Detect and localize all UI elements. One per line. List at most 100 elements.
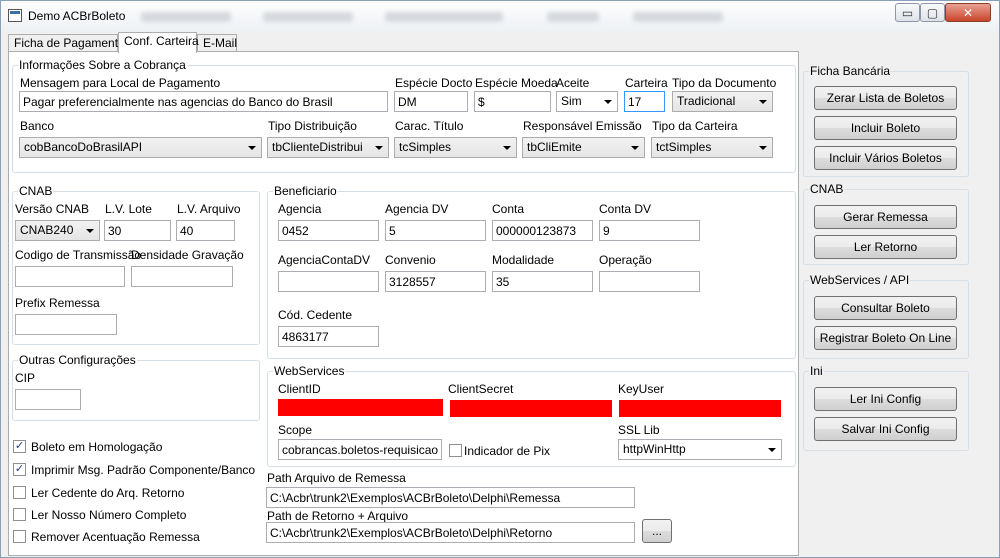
- lv-lote-input[interactable]: [104, 220, 171, 241]
- chevron-down-icon: [759, 100, 767, 104]
- ler-nosso-numero-checkbox[interactable]: [13, 508, 26, 521]
- tipo-documento-value: Tradicional: [677, 94, 736, 108]
- key-user-redacted-input[interactable]: [619, 400, 781, 417]
- ficha-bancaria-title: Ficha Bancária: [809, 64, 892, 78]
- cip-input[interactable]: [15, 389, 81, 410]
- agencia-dv-label: Agencia DV: [385, 202, 449, 216]
- conta-input[interactable]: [492, 220, 593, 241]
- operacao-input[interactable]: [599, 271, 700, 292]
- responsavel-emissao-value: tbCliEmite: [527, 140, 582, 154]
- ler-cedente-label[interactable]: Ler Cedente do Arq. Retorno: [31, 486, 184, 500]
- maximize-button[interactable]: ▢: [920, 3, 945, 22]
- scope-label: Scope: [278, 423, 313, 437]
- path-remessa-input[interactable]: [266, 487, 635, 508]
- ficha-bancaria-group: Ficha Bancária Zerar Lista de Boletos In…: [803, 64, 969, 177]
- tab-ficha-de-pagamento[interactable]: Ficha de Pagamento: [8, 34, 125, 52]
- cobranca-group: Informações Sobre a Cobrança Mensagem pa…: [12, 58, 796, 173]
- ssl-lib-value: httpWinHttp: [623, 442, 686, 456]
- minimize-button[interactable]: ▭: [895, 3, 920, 22]
- ssl-lib-select[interactable]: httpWinHttp: [618, 439, 782, 460]
- browse-retorno-button[interactable]: ...: [642, 519, 672, 543]
- convenio-input[interactable]: [385, 271, 486, 292]
- gerar-remessa-button[interactable]: Gerar Remessa: [814, 205, 957, 229]
- ini-group: Ini Ler Ini Config Salvar Ini Config: [803, 364, 969, 451]
- zerar-lista-boletos-button[interactable]: Zerar Lista de Boletos: [814, 86, 957, 110]
- path-remessa-label: Path Arquivo de Remessa: [267, 471, 406, 485]
- boleto-homologacao-label[interactable]: Boleto em Homologação: [31, 440, 162, 454]
- client-id-label: ClientID: [278, 382, 321, 396]
- indicador-pix-label[interactable]: Indicador de Pix: [464, 444, 550, 458]
- beneficiario-group-title: Beneficiario: [273, 184, 338, 198]
- agencia-dv-input[interactable]: [385, 220, 486, 241]
- ler-retorno-button[interactable]: Ler Retorno: [814, 235, 957, 259]
- banco-label: Banco: [20, 119, 55, 133]
- prefix-remessa-input[interactable]: [15, 314, 117, 335]
- agencia-conta-dv-input[interactable]: [278, 271, 379, 292]
- ler-nosso-numero-label[interactable]: Ler Nosso Número Completo: [31, 508, 186, 522]
- imprimir-msg-label[interactable]: Imprimir Msg. Padrão Componente/Banco: [31, 463, 255, 477]
- carac-titulo-label: Carac. Título: [395, 119, 464, 133]
- chevron-down-icon: [86, 229, 94, 233]
- remover-acentuacao-checkbox[interactable]: [13, 530, 26, 543]
- banco-select[interactable]: cobBancoDoBrasilAPI: [19, 137, 262, 158]
- versao-cnab-value: CNAB240: [20, 223, 74, 237]
- scope-input[interactable]: [278, 439, 442, 460]
- tipo-documento-select[interactable]: Tradicional: [672, 91, 773, 112]
- versao-cnab-label: Versão CNAB: [15, 202, 90, 216]
- aceite-select[interactable]: Sim: [556, 91, 618, 112]
- imprimir-msg-checkbox[interactable]: ✓: [13, 463, 26, 476]
- remover-acentuacao-label[interactable]: Remover Acentuação Remessa: [31, 530, 200, 544]
- tab-conf-carteira[interactable]: Conf. Carteira: [118, 32, 199, 53]
- agencia-input[interactable]: [278, 220, 379, 241]
- densidade-gravacao-input[interactable]: [131, 266, 233, 287]
- codigo-transmissao-label: Codigo de Transmissão: [15, 248, 142, 262]
- salvar-ini-config-button[interactable]: Salvar Ini Config: [814, 417, 957, 441]
- cobranca-group-title: Informações Sobre a Cobrança: [18, 58, 187, 72]
- lv-lote-label: L.V. Lote: [105, 202, 152, 216]
- conta-label: Conta: [492, 202, 525, 216]
- tab-panel-conf-carteira: Informações Sobre a Cobrança Mensagem pa…: [8, 51, 799, 556]
- carac-titulo-select[interactable]: tcSimples: [394, 137, 517, 158]
- blurred-menu-4: [547, 12, 599, 22]
- ler-ini-config-button[interactable]: Ler Ini Config: [814, 387, 957, 411]
- especie-docto-label: Espécie Docto: [395, 76, 473, 90]
- modalidade-input[interactable]: [492, 271, 593, 292]
- close-button[interactable]: ✕: [945, 3, 991, 22]
- responsavel-emissao-select[interactable]: tbCliEmite: [522, 137, 645, 158]
- path-retorno-label: Path de Retorno + Arquivo: [267, 509, 409, 523]
- chevron-down-icon: [768, 448, 776, 452]
- aceite-label: Aceite: [556, 76, 590, 90]
- especie-moeda-input[interactable]: [474, 91, 551, 112]
- webservices-api-group: WebServices / API Consultar Boleto Regis…: [803, 273, 969, 359]
- cip-label: CIP: [15, 371, 36, 385]
- client-id-redacted-input[interactable]: [278, 399, 443, 416]
- prefix-remessa-label: Prefix Remessa: [15, 296, 100, 310]
- especie-docto-input[interactable]: [394, 91, 468, 112]
- aceite-value: Sim: [561, 94, 582, 108]
- blurred-menu-1: [141, 12, 231, 22]
- boleto-homologacao-checkbox[interactable]: ✓: [13, 440, 26, 453]
- window-title: Demo ACBrBoleto: [28, 9, 126, 23]
- ler-cedente-checkbox[interactable]: [13, 486, 26, 499]
- mensagem-input[interactable]: [19, 91, 388, 112]
- tipo-carteira-select[interactable]: tctSimples: [651, 137, 773, 158]
- consultar-boleto-button[interactable]: Consultar Boleto: [814, 296, 957, 320]
- carteira-input[interactable]: [624, 91, 665, 112]
- incluir-boleto-button[interactable]: Incluir Boleto: [814, 116, 957, 140]
- versao-cnab-select[interactable]: CNAB240: [15, 220, 100, 241]
- chevron-down-icon: [248, 146, 256, 150]
- incluir-varios-boletos-button[interactable]: Incluir Vários Boletos: [814, 146, 957, 170]
- registrar-boleto-online-button[interactable]: Registrar Boleto On Line: [814, 326, 957, 350]
- conta-dv-input[interactable]: [599, 220, 700, 241]
- tipo-distribuicao-select[interactable]: tbClienteDistribui: [267, 137, 389, 158]
- path-retorno-input[interactable]: [266, 522, 635, 543]
- client-secret-redacted-input[interactable]: [450, 400, 612, 417]
- indicador-pix-checkbox[interactable]: [449, 444, 462, 457]
- codigo-transmissao-input[interactable]: [15, 266, 125, 287]
- especie-moeda-label: Espécie Moeda: [475, 76, 558, 90]
- responsavel-emissao-label: Responsável Emissão: [523, 119, 642, 133]
- modalidade-label: Modalidade: [492, 253, 555, 267]
- lv-arquivo-input[interactable]: [176, 220, 235, 241]
- tab-email[interactable]: E-Mail: [197, 34, 237, 52]
- cod-cedente-input[interactable]: [278, 326, 379, 347]
